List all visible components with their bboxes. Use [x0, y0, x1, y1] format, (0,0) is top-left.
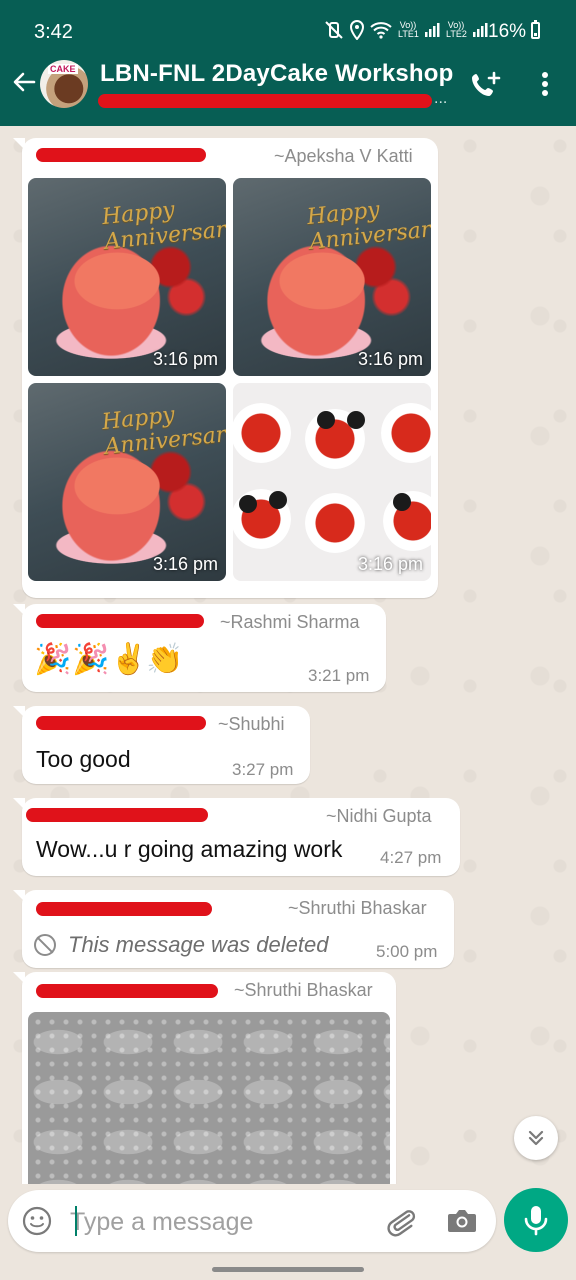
photo-time: 3:16 pm	[152, 554, 218, 574]
sender-name: ~Shubhi	[218, 714, 285, 734]
cupcake-ear	[239, 495, 257, 513]
message-bubble[interactable]: ~Nidhi Gupta Wow...u r going amazing wor…	[13, 798, 460, 876]
camera-icon[interactable]	[446, 1206, 478, 1236]
status-bar: 3:42 Vo)) LTE1 Vo)) LTE2 16%	[0, 0, 576, 46]
message-time: 3:27 pm	[232, 760, 294, 779]
emoji-icon[interactable]	[22, 1206, 52, 1236]
sender-phone-redacted	[26, 808, 208, 822]
message-composer	[8, 1190, 496, 1252]
cupcake-ear	[317, 411, 335, 429]
sender-name: ~Rashmi Sharma	[220, 612, 360, 632]
message-bubble[interactable]: ~Shruthi Bhaskar This message was delete…	[13, 890, 454, 968]
message-text: Too good	[36, 746, 131, 772]
system-nav-bar	[0, 1258, 576, 1280]
more-vertical-icon[interactable]	[532, 68, 558, 100]
group-subtitle-more: ...	[434, 90, 448, 107]
photo-thumbnail[interactable]	[28, 1012, 390, 1184]
sender-phone-redacted	[36, 614, 204, 628]
message-bubble[interactable]: ~Apeksha V Katti Happy Anniversary 3:16 …	[13, 138, 438, 598]
photo-thumbnail[interactable]: Happy Anniversary 3:16 pm	[28, 178, 226, 376]
sender-phone-redacted	[36, 984, 218, 998]
chevron-double-down-icon	[528, 1130, 544, 1146]
cupcake	[233, 403, 291, 463]
message-bubble[interactable]: ~Shruthi Bhaskar	[13, 972, 396, 1184]
sender-phone-redacted	[36, 148, 206, 162]
avatar-label: CAKE	[48, 64, 78, 74]
photo-time: 3:16 pm	[357, 349, 423, 369]
microphone-icon	[524, 1206, 548, 1236]
status-icons: Vo)) LTE1 Vo)) LTE2	[324, 20, 488, 40]
message-input[interactable]	[68, 1202, 372, 1242]
battery-percent: 16%	[488, 21, 527, 42]
message-time: 4:27 pm	[380, 848, 442, 867]
message-time: 5:00 pm	[376, 942, 438, 961]
cake-topper-text: Happy Anniversary	[305, 197, 431, 255]
chat-area[interactable]: ~Apeksha V Katti Happy Anniversary 3:16 …	[0, 126, 576, 1184]
text-cursor	[75, 1206, 77, 1236]
photo-time: 3:16 pm	[357, 554, 423, 574]
paperclip-icon[interactable]	[384, 1204, 418, 1238]
cake-topper-text: Happy Anniversary	[100, 197, 226, 255]
sender-name: ~Shruthi Bhaskar	[288, 898, 427, 918]
wifi-icon	[370, 22, 392, 39]
home-gesture-pill[interactable]	[212, 1267, 364, 1272]
cupcake-ear	[347, 411, 365, 429]
cupcake-ear	[393, 493, 411, 511]
location-icon	[350, 20, 364, 40]
message-text: Wow...u r going amazing work	[36, 836, 343, 862]
message-bubble[interactable]: ~Rashmi Sharma 🎉 🎉 ✌️ 👏 3:21 pm	[13, 604, 386, 692]
status-time: 3:42	[34, 21, 73, 43]
photo-thumbnail[interactable]: 3:16 pm	[233, 383, 431, 581]
signal-icon	[425, 23, 440, 37]
mute-vibrate-icon	[325, 21, 343, 39]
sender-phone-redacted	[36, 902, 212, 916]
photo-thumbnail[interactable]: Happy Anniversary 3:16 pm	[28, 383, 226, 581]
deleted-message-text: This message was deleted	[68, 932, 329, 957]
add-call-icon[interactable]	[470, 70, 502, 102]
photo-time: 3:16 pm	[152, 349, 218, 369]
volte1-label: Vo)) LTE1	[398, 20, 419, 39]
voice-message-button[interactable]	[504, 1188, 568, 1252]
group-subtitle-redacted	[98, 94, 432, 108]
sender-name: ~Shruthi Bhaskar	[234, 980, 373, 1000]
sender-phone-redacted	[36, 716, 206, 730]
cake-topper-text: Happy Anniversary	[100, 402, 226, 460]
group-title[interactable]: LBN-FNL 2DayCake Workshop	[100, 60, 454, 88]
emoji-party-popper: 🎉	[72, 643, 110, 676]
deleted-message-icon	[34, 934, 56, 956]
emoji-party-popper: 🎉	[34, 643, 72, 676]
battery-icon	[531, 20, 540, 39]
sender-name: ~Apeksha V Katti	[274, 146, 413, 166]
volte2-label: Vo)) LTE2	[446, 20, 467, 39]
sender-name: ~Nidhi Gupta	[326, 806, 432, 826]
emoji-victory-hand: ✌️	[110, 643, 148, 676]
message-time: 3:21 pm	[308, 666, 370, 685]
group-avatar[interactable]: CAKE	[40, 60, 88, 108]
emoji-clapping-hands: 👏	[146, 643, 184, 676]
cupcake	[305, 493, 365, 553]
photo-thumbnail[interactable]: Happy Anniversary 3:16 pm	[233, 178, 431, 376]
chat-header: CAKE LBN-FNL 2DayCake Workshop ...	[0, 46, 576, 126]
back-arrow-icon[interactable]	[10, 68, 38, 96]
message-bubble[interactable]: ~Shubhi Too good 3:27 pm	[13, 706, 310, 784]
cupcake	[381, 403, 431, 463]
signal-icon	[473, 23, 488, 37]
scroll-to-bottom-button[interactable]	[514, 1116, 558, 1160]
cupcake-ear	[269, 491, 287, 509]
